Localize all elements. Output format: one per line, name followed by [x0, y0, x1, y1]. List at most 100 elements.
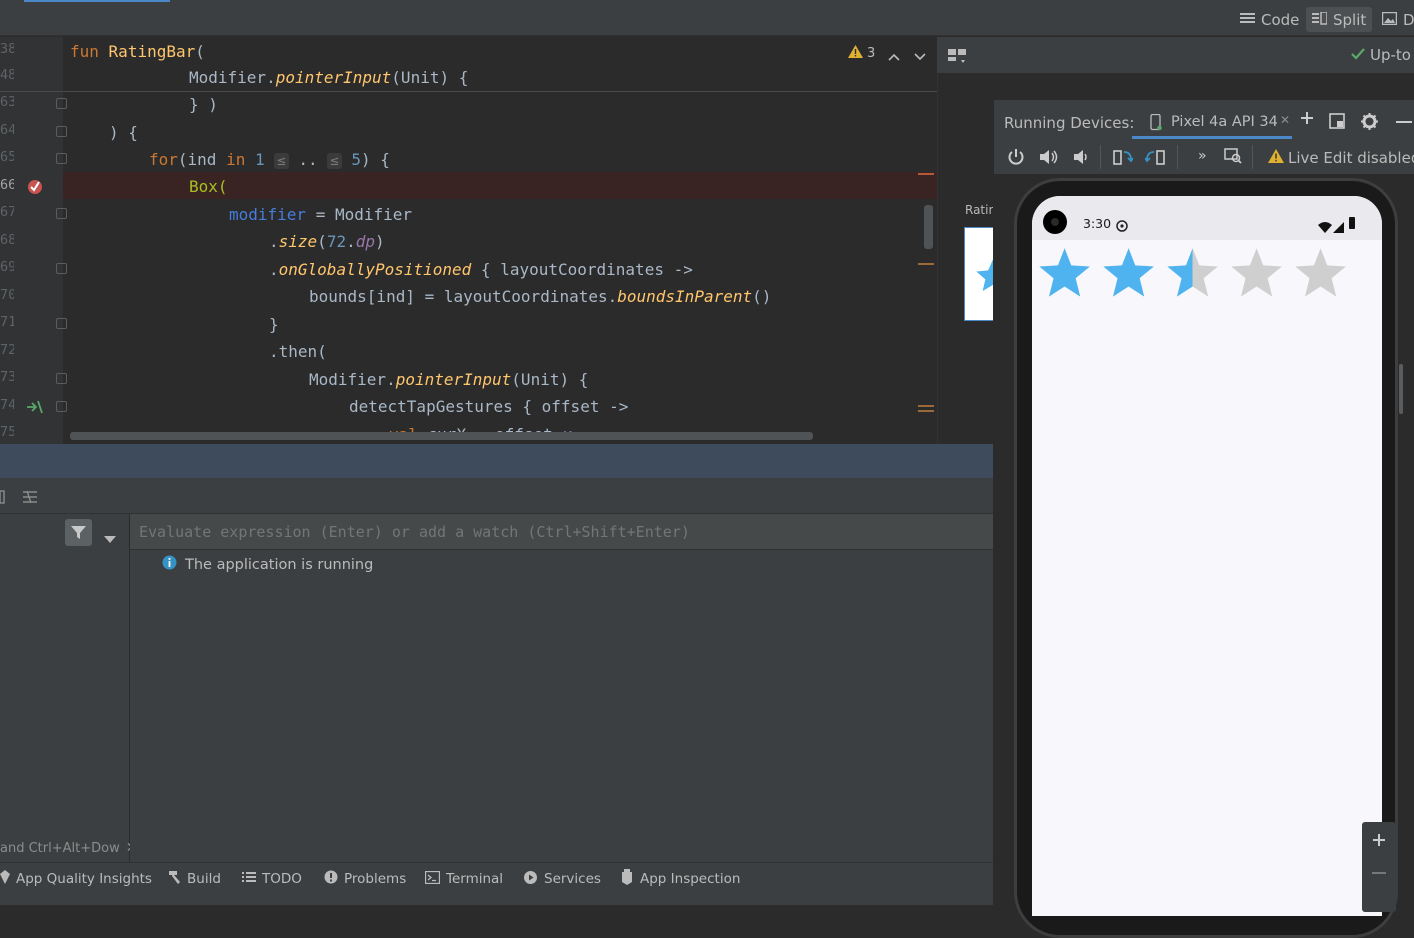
- fold-marker[interactable]: [56, 401, 67, 412]
- close-icon[interactable]: ✕: [1280, 113, 1290, 127]
- toolbar-divider: [1252, 145, 1253, 169]
- code-line: Modifier.pointerInput(Unit) {: [309, 370, 589, 389]
- toolbar-divider: [1177, 145, 1178, 169]
- gear-icon[interactable]: [1361, 113, 1378, 134]
- device-tab[interactable]: Pixel 4a API 34 ✕: [1132, 108, 1292, 139]
- filter-button[interactable]: [65, 519, 92, 546]
- code-line: ) {: [109, 123, 138, 142]
- code-line: }: [269, 315, 279, 334]
- code-line: } ): [189, 95, 218, 114]
- threads-layout-icon[interactable]: [22, 489, 38, 508]
- tool-app-inspection[interactable]: App Inspection: [620, 863, 740, 895]
- frames-icon[interactable]: [0, 489, 6, 508]
- fold-marker[interactable]: [56, 126, 67, 137]
- code-line: modifier = Modifier: [229, 205, 413, 224]
- editor-tab-strip: Code Split De: [0, 0, 1414, 36]
- window-mode-icon[interactable]: [1329, 113, 1345, 133]
- split-icon: [1312, 10, 1328, 29]
- breakpoint-icon[interactable]: [26, 177, 44, 199]
- fold-marker[interactable]: [56, 153, 67, 164]
- more-chevron-icon[interactable]: »: [1198, 148, 1207, 164]
- warning-stripe-mark[interactable]: [918, 405, 934, 407]
- fold-marker[interactable]: [56, 318, 67, 329]
- live-edit-status[interactable]: Live Edit disabled: [1268, 149, 1414, 167]
- tool-services[interactable]: Services: [523, 863, 601, 895]
- info-icon: [162, 555, 177, 574]
- camera-cutout-icon: [1043, 210, 1067, 234]
- tool-window-bar: App Quality Insights Build TODO Problems…: [0, 862, 993, 905]
- code-line: bounds[ind] = layoutCoordinates.boundsIn…: [309, 287, 772, 306]
- line-number: 38: [0, 41, 14, 57]
- evaluate-expression-row: [130, 514, 993, 550]
- fold-marker[interactable]: [56, 373, 67, 384]
- minimize-icon[interactable]: [1396, 121, 1412, 123]
- tool-build[interactable]: Build: [166, 863, 221, 895]
- image-icon: [1381, 11, 1398, 29]
- warning-icon: [1268, 149, 1284, 167]
- wifi-icon: [1318, 218, 1332, 237]
- rating-star[interactable]: [1103, 248, 1154, 297]
- view-design-button[interactable]: De: [1376, 7, 1414, 32]
- toolbar-divider: [1100, 145, 1101, 169]
- rating-star[interactable]: [1231, 248, 1282, 297]
- zoom-out-icon[interactable]: [1372, 872, 1386, 874]
- vertical-scrollbar-thumb[interactable]: [1399, 364, 1403, 414]
- running-devices-header: Running Devices: Pixel 4a API 34 ✕: [994, 100, 1414, 144]
- rotate-left-icon[interactable]: [1113, 148, 1134, 170]
- screenshot-icon[interactable]: [1224, 148, 1242, 168]
- chevron-down-icon[interactable]: [104, 529, 116, 548]
- code-editor[interactable]: 38 48 63 64 65 66 67 68 69 70 71 72 73 7…: [0, 37, 937, 444]
- hint-text: and Ctrl+Alt+Dow ✕: [0, 840, 137, 856]
- rating-star[interactable]: [1039, 248, 1090, 297]
- chevron-up-icon[interactable]: [888, 47, 900, 66]
- preview-thumbnail[interactable]: [964, 227, 994, 321]
- tool-app-quality-insights[interactable]: App Quality Insights: [0, 863, 152, 895]
- battery-icon: [1349, 217, 1355, 229]
- lambda-icon[interactable]: [26, 399, 44, 419]
- rating-star[interactable]: [1295, 248, 1346, 297]
- status-message: The application is running: [162, 555, 373, 574]
- fold-marker[interactable]: [56, 263, 67, 274]
- device-layout-icon[interactable]: [947, 47, 969, 69]
- code-line: Box(: [189, 177, 228, 196]
- rating-bar[interactable]: [1032, 246, 1382, 306]
- volume-up-icon[interactable]: [1039, 149, 1059, 169]
- list-icon: [242, 871, 256, 887]
- volume-down-icon[interactable]: [1073, 149, 1089, 169]
- view-split-button[interactable]: Split: [1306, 7, 1373, 32]
- line-number: 64: [0, 122, 14, 138]
- evaluate-expression-input[interactable]: [130, 514, 993, 549]
- rating-star[interactable]: [1167, 248, 1218, 297]
- warning-icon: [848, 45, 863, 62]
- fold-marker[interactable]: [56, 208, 67, 219]
- code-line: .then(: [269, 342, 327, 361]
- device-control-toolbar: » Live Edit disabled: [994, 144, 1414, 174]
- sticky-lines-divider: [0, 91, 937, 92]
- view-code-button[interactable]: Code: [1234, 7, 1305, 32]
- plus-icon[interactable]: [1300, 110, 1314, 129]
- tool-todo[interactable]: TODO: [242, 863, 302, 895]
- chevron-down-icon[interactable]: [914, 47, 926, 66]
- zoom-in-icon[interactable]: [1372, 832, 1386, 851]
- tool-terminal[interactable]: Terminal: [424, 863, 503, 895]
- warning-stripe-mark[interactable]: [918, 410, 934, 412]
- rotate-right-icon[interactable]: [1144, 148, 1165, 170]
- tool-problems[interactable]: Problems: [324, 863, 406, 895]
- warnings-indicator[interactable]: 3: [848, 45, 875, 62]
- power-icon[interactable]: [1007, 148, 1025, 170]
- variables-panel: The application is running: [130, 514, 993, 862]
- warning-stripe-mark[interactable]: [918, 263, 934, 265]
- line-number: 74: [0, 397, 14, 413]
- view-split-label: Split: [1333, 10, 1367, 29]
- active-tab-indicator: [24, 0, 170, 2]
- line-number: 67: [0, 204, 14, 220]
- preview-label: Ratin: [965, 203, 994, 217]
- device-screen[interactable]: 3:30: [1032, 196, 1382, 916]
- line-number: 68: [0, 232, 14, 248]
- up-to-date-label: Up-to: [1370, 46, 1411, 64]
- fold-marker[interactable]: [56, 98, 67, 109]
- vertical-scrollbar-thumb[interactable]: [924, 205, 933, 249]
- horizontal-scrollbar-thumb[interactable]: [70, 432, 813, 440]
- line-number: 70: [0, 287, 14, 303]
- error-stripe-mark[interactable]: [918, 173, 934, 175]
